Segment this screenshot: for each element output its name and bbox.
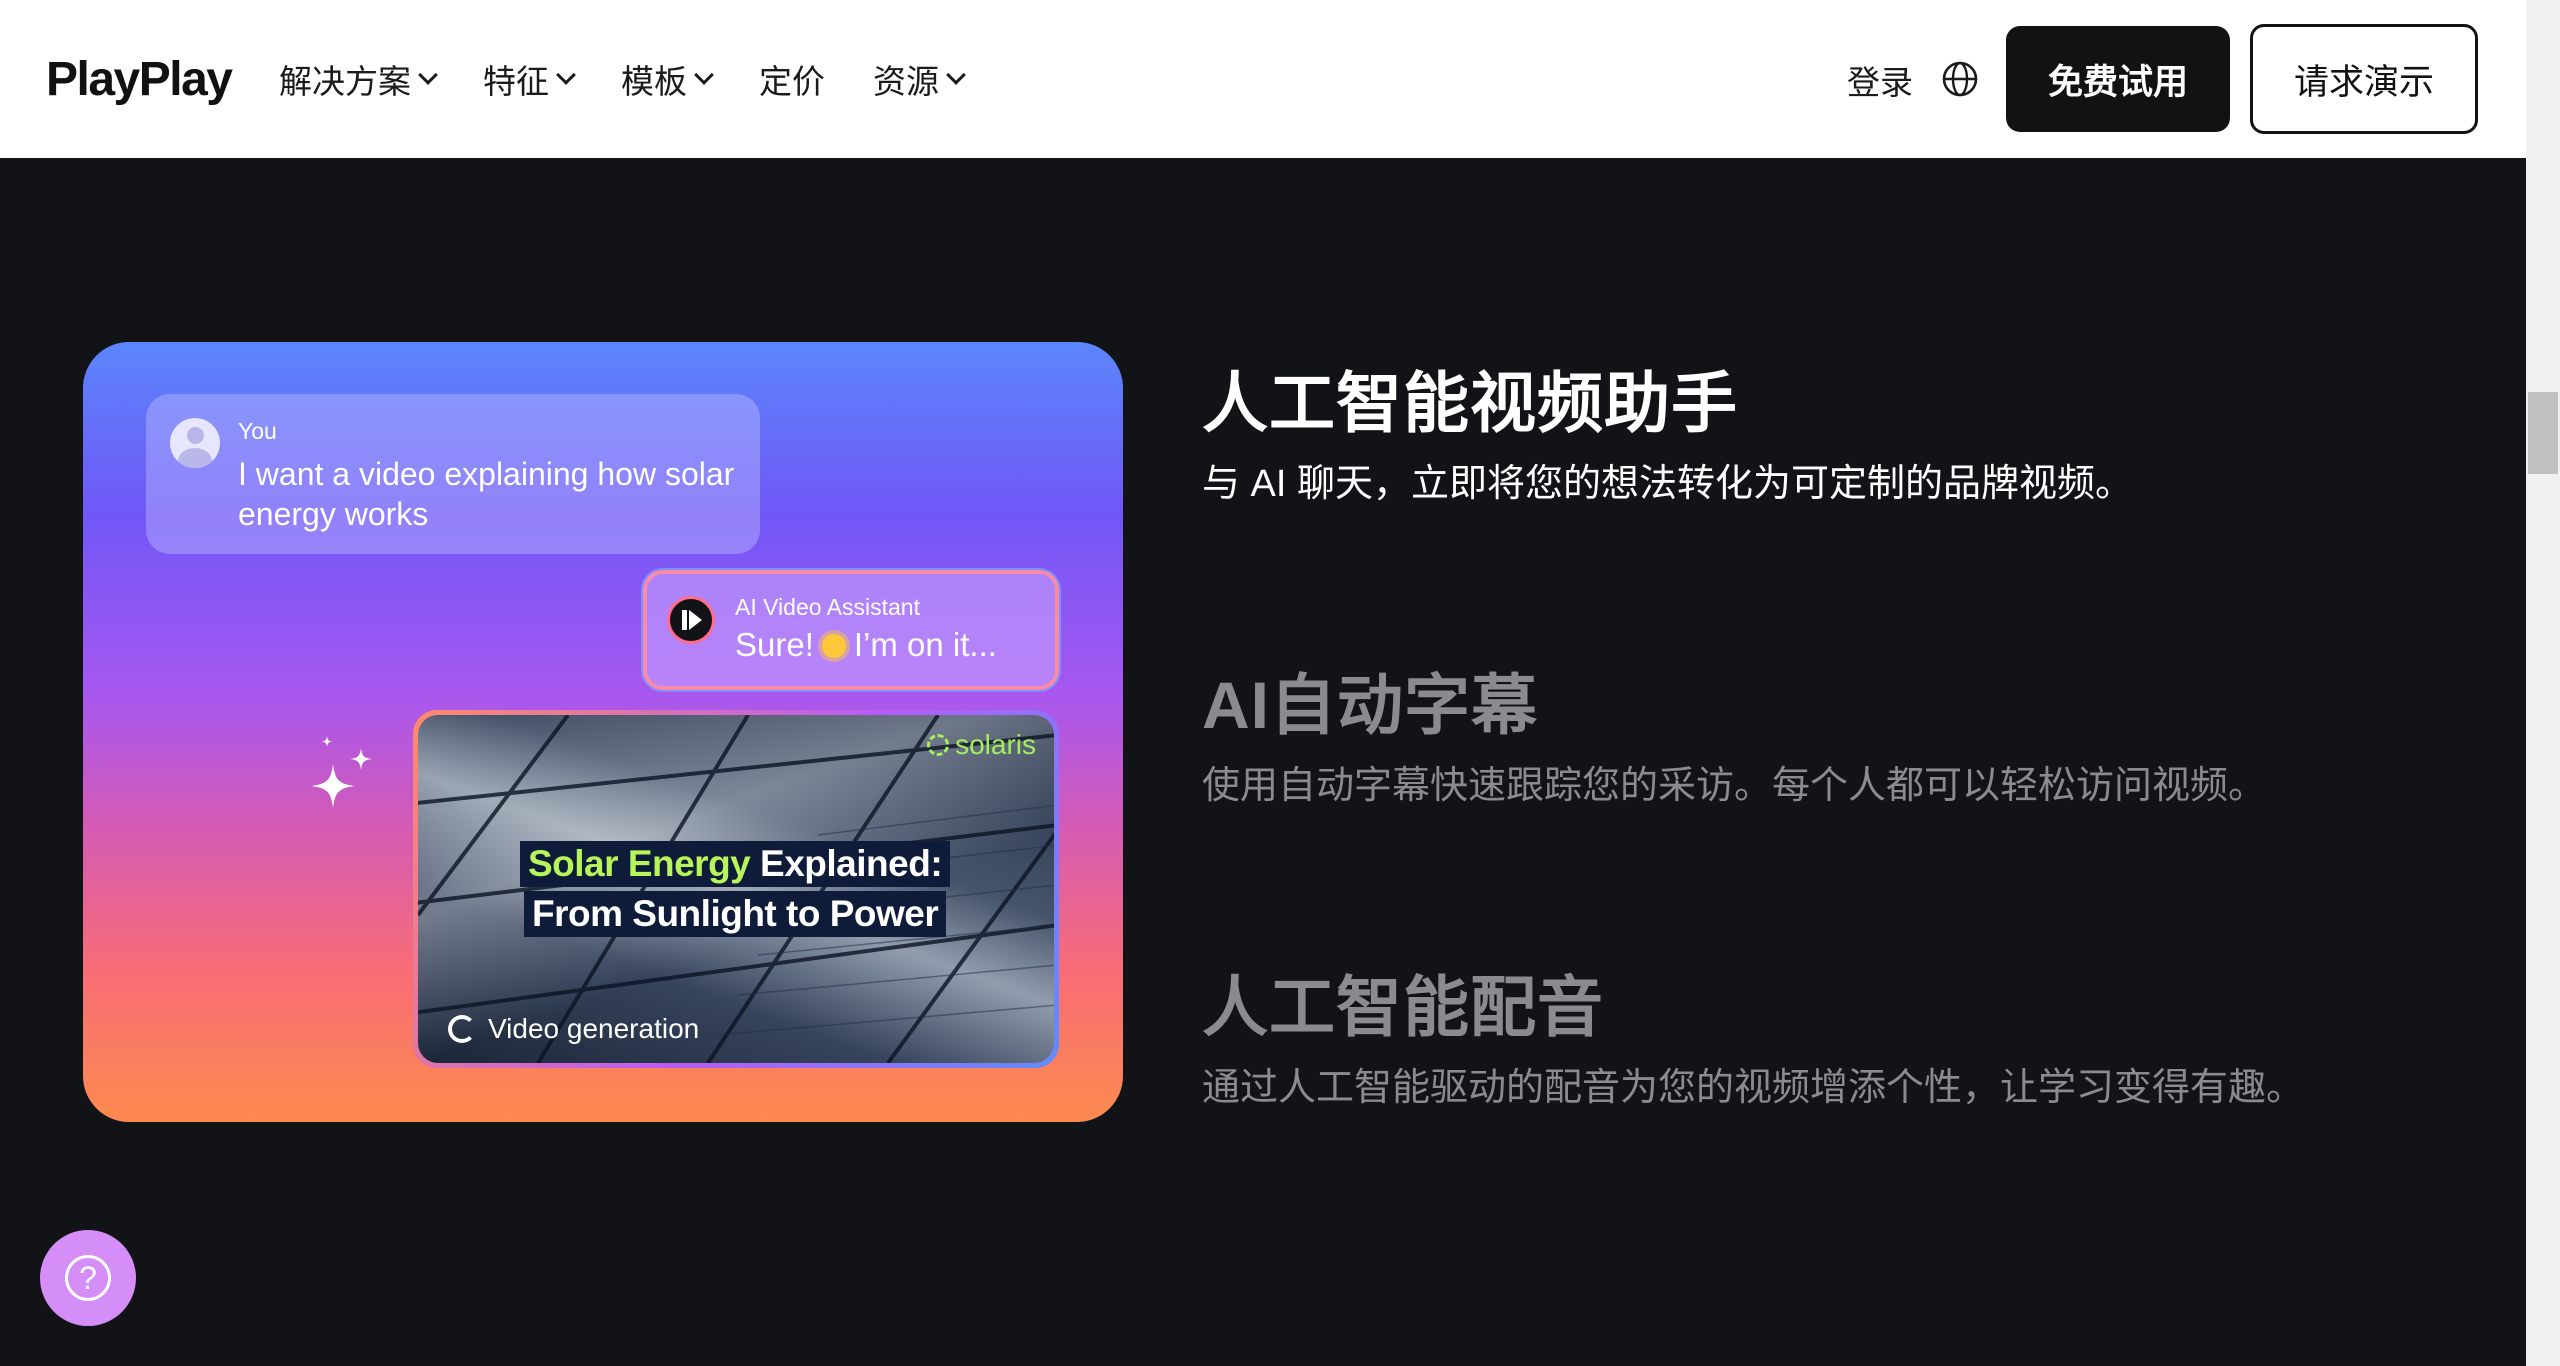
main-nav: 解决方案 特征 模板 定价 资源 (279, 56, 1011, 102)
video-generation-status: Video generation (448, 1013, 699, 1045)
page-scrollbar-track[interactable] (2526, 0, 2560, 1366)
nav-pricing[interactable]: 定价 (759, 56, 825, 102)
assistant-message-a: Sure! (735, 626, 814, 663)
nav-resources[interactable]: 资源 (873, 56, 966, 102)
playplay-assistant-icon (667, 596, 715, 644)
request-demo-button[interactable]: 请求演示 (2250, 24, 2478, 134)
video-title-highlight: Solar Energy (528, 843, 751, 884)
assistant-message: Sure! I’m on it... (735, 626, 997, 664)
assistant-message-b: I’m on it... (853, 626, 997, 663)
feature-description: 通过人工智能驱动的配音为您的视频增添个性，让学习变得有趣。 (1202, 1067, 2305, 1109)
help-button[interactable]: ? (40, 1230, 136, 1326)
nav-resources-label: 资源 (873, 63, 939, 100)
free-trial-button[interactable]: 免费试用 (2006, 26, 2230, 132)
nav-solutions-label: 解决方案 (279, 63, 411, 100)
solaris-logo-icon (927, 734, 950, 756)
chevron-down-icon (946, 65, 966, 85)
feature-title: 人工智能视频助手 (1202, 366, 1738, 440)
nav-templates-label: 模板 (621, 63, 687, 100)
video-generation-label: Video generation (488, 1013, 700, 1044)
feature-description: 与 AI 聊天，立即将您的想法转化为可定制的品牌视频。 (1202, 463, 2134, 505)
generated-video-preview: solaris Solar Energy Explained: From Sun… (413, 710, 1059, 1068)
user-name: You (238, 418, 277, 444)
video-thumbnail: solaris Solar Energy Explained: From Sun… (418, 715, 1054, 1063)
sun-icon (821, 634, 846, 658)
nav-features[interactable]: 特征 (483, 56, 576, 102)
chevron-down-icon (694, 65, 714, 85)
assistant-chat-bubble: AI Video Assistant Sure! I’m on it... (643, 570, 1059, 690)
page-scrollbar-thumb[interactable] (2528, 392, 2558, 474)
video-title-overlay: Solar Energy Explained: From Sunlight to… (520, 841, 951, 937)
site-header: PlayPlay 解决方案 特征 模板 定价 资源 登录 免费试用 请求演示 (0, 0, 2526, 158)
user-avatar-icon (170, 418, 220, 468)
feature-title: AI自动字幕 (1202, 668, 1538, 742)
globe-icon[interactable] (1941, 60, 1979, 98)
login-link[interactable]: 登录 (1847, 56, 1913, 104)
feature-ai-voiceover[interactable]: 人工智能配音 通过人工智能驱动的配音为您的视频增添个性，让学习变得有趣。 (1202, 954, 2304, 1111)
chevron-down-icon (418, 65, 438, 85)
feature-description: 使用自动字幕快速跟踪您的采访。每个人都可以轻松访问视频。 (1202, 765, 2267, 807)
feature-title: 人工智能配音 (1202, 970, 1604, 1044)
user-chat-bubble: You I want a video explaining how solar … (146, 394, 760, 554)
solaris-brand: solaris (927, 729, 1036, 761)
chevron-down-icon (556, 65, 576, 85)
assistant-name: AI Video Assistant (735, 594, 920, 620)
nav-features-label: 特征 (483, 63, 549, 100)
video-title-rest: Explained: (750, 843, 943, 884)
nav-templates[interactable]: 模板 (621, 56, 714, 102)
solaris-brand-label: solaris (955, 729, 1036, 760)
video-title-line-2: From Sunlight to Power (524, 891, 947, 937)
user-message: I want a video explaining how solar ener… (238, 456, 735, 532)
ai-assistant-preview-card: You I want a video explaining how solar … (83, 342, 1123, 1122)
question-mark-icon: ? (65, 1255, 111, 1301)
nav-pricing-label: 定价 (759, 63, 825, 100)
loading-spinner-icon (448, 1015, 476, 1043)
nav-solutions[interactable]: 解决方案 (279, 56, 438, 102)
video-title-line-1: Solar Energy Explained: (520, 841, 951, 887)
sparkles-icon (311, 736, 372, 808)
feature-ai-auto-subtitles[interactable]: AI自动字幕 使用自动字幕快速跟踪您的采访。每个人都可以轻松访问视频。 (1202, 652, 2266, 809)
feature-ai-video-assistant[interactable]: 人工智能视频助手 与 AI 聊天，立即将您的想法转化为可定制的品牌视频。 (1202, 350, 2133, 507)
playplay-logo[interactable]: PlayPlay (46, 52, 233, 107)
